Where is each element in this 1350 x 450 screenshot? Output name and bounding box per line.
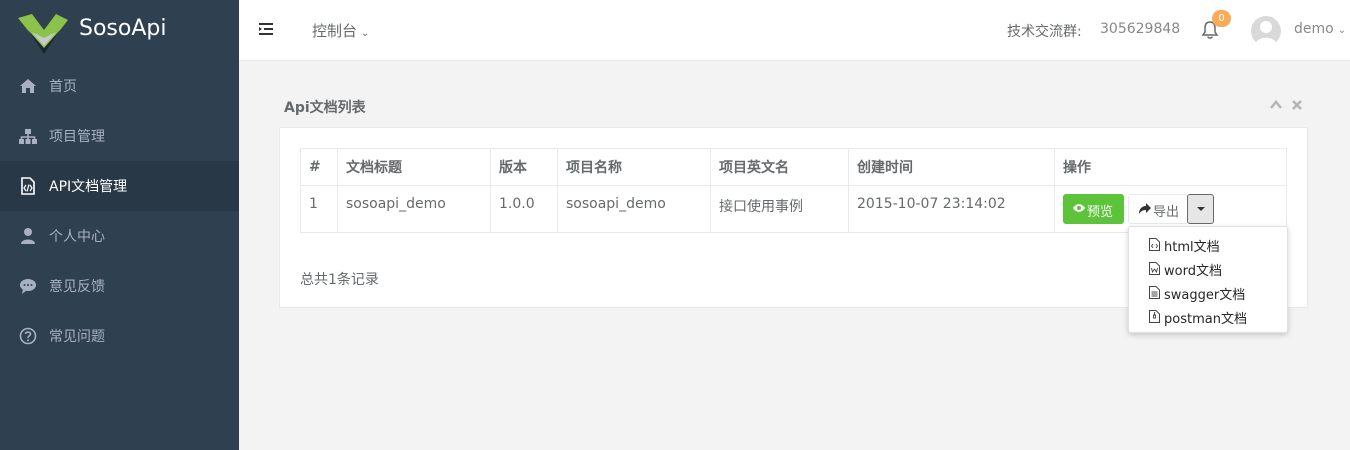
notification-badge: 0 (1212, 10, 1231, 27)
cell-doc-title: sosoapi_demo (337, 185, 491, 233)
topbar: 控制台 ⌄ 技术交流群: 305629848 0 demo ⌄ (239, 0, 1350, 61)
chevron-down-icon: ⌄ (1337, 25, 1347, 36)
total-records: 总共1条记录 (300, 272, 379, 288)
column-header: 版本 (490, 148, 558, 186)
sidebar-item-label: 常见问题 (49, 329, 105, 345)
cell-project-name: sosoapi_demo (557, 185, 711, 233)
username: demo (1294, 21, 1334, 37)
chevron-down-icon: ⌄ (361, 28, 370, 39)
caret-down-icon (1197, 207, 1205, 211)
close-icon[interactable] (1291, 98, 1303, 112)
brand-name: SosoApi (79, 16, 167, 41)
export-swagger-item[interactable]: swagger文档 (1129, 280, 1287, 304)
panel-tools (1269, 98, 1309, 114)
cell-created-time: 2015-10-07 23:14:02 (848, 185, 1055, 233)
sosoapi-logo-icon (18, 14, 68, 54)
column-header: 文档标题 (337, 148, 491, 186)
sidebar-item-label: API文档管理 (49, 179, 128, 195)
panel-title: Api文档列表 (284, 100, 366, 116)
export-dropdown-toggle[interactable] (1187, 194, 1214, 224)
menu-toggle-icon[interactable] (259, 22, 275, 36)
file-code-icon (21, 177, 35, 195)
export-label: 导出 (1153, 205, 1180, 220)
home-icon (20, 79, 36, 93)
share-icon (1139, 203, 1151, 214)
eye-icon (1073, 204, 1085, 212)
cell-project-en-name: 接口使用事例 (710, 185, 849, 233)
file-archive-icon (1149, 310, 1160, 323)
column-header: 创建时间 (848, 148, 1055, 186)
file-text-icon (1149, 286, 1160, 299)
column-header: 项目名称 (557, 148, 711, 186)
sidebar-item-label: 项目管理 (49, 129, 105, 145)
column-header: # (300, 148, 338, 186)
preview-label: 预览 (1087, 205, 1114, 220)
avatar[interactable] (1251, 16, 1281, 46)
sidebar-item-label: 意见反馈 (49, 279, 105, 295)
export-swagger-label: swagger文档 (1164, 288, 1246, 303)
sidebar-item-faq[interactable]: 常见问题 (0, 311, 239, 361)
file-code-icon (1149, 238, 1160, 251)
column-header: 操作 (1054, 148, 1287, 186)
export-html-item[interactable]: html文档 (1129, 232, 1287, 256)
collapse-icon[interactable] (1269, 98, 1283, 112)
export-postman-label: postman文档 (1164, 312, 1247, 327)
tech-group-label: 技术交流群: (1007, 24, 1082, 40)
export-button[interactable]: 导出 (1128, 194, 1188, 224)
sidebar-item-feedback[interactable]: 意见反馈 (0, 261, 239, 311)
table-header-row: # 文档标题 版本 项目名称 项目英文名 创建时间 操作 (300, 148, 1287, 186)
export-dropdown-menu: html文档 word文档 swagger文档 postman文档 (1128, 226, 1288, 333)
sidebar-item-label: 首页 (49, 79, 77, 95)
sidebar-item-label: 个人中心 (49, 229, 105, 245)
console-label: 控制台 (312, 22, 358, 40)
sidebar: SosoApi 首页 项目管理 API文档管理 个人中心 意见反馈 常见问题 (0, 0, 239, 450)
comment-icon (20, 279, 36, 294)
file-word-icon (1149, 262, 1160, 275)
user-menu[interactable]: demo ⌄ (1294, 21, 1346, 37)
console-dropdown[interactable]: 控制台 ⌄ (312, 20, 369, 41)
cell-version: 1.0.0 (490, 185, 558, 233)
question-circle-icon (19, 327, 37, 345)
sidebar-item-api-docs[interactable]: API文档管理 (0, 161, 239, 211)
export-word-item[interactable]: word文档 (1129, 256, 1287, 280)
avatar-placeholder-icon (1255, 21, 1277, 46)
brand-logo[interactable]: SosoApi (0, 0, 239, 60)
sidebar-item-profile[interactable]: 个人中心 (0, 211, 239, 261)
sitemap-icon (19, 129, 37, 144)
export-html-label: html文档 (1164, 240, 1220, 255)
sidebar-item-home[interactable]: 首页 (0, 61, 239, 111)
export-postman-item[interactable]: postman文档 (1129, 304, 1287, 328)
preview-button[interactable]: 预览 (1063, 194, 1124, 224)
sidebar-item-projects[interactable]: 项目管理 (0, 111, 239, 161)
cell-index: 1 (300, 185, 338, 233)
export-word-label: word文档 (1164, 264, 1222, 279)
column-header: 项目英文名 (710, 148, 849, 186)
tech-group-number: 305629848 (1100, 21, 1181, 37)
user-icon (21, 228, 35, 244)
